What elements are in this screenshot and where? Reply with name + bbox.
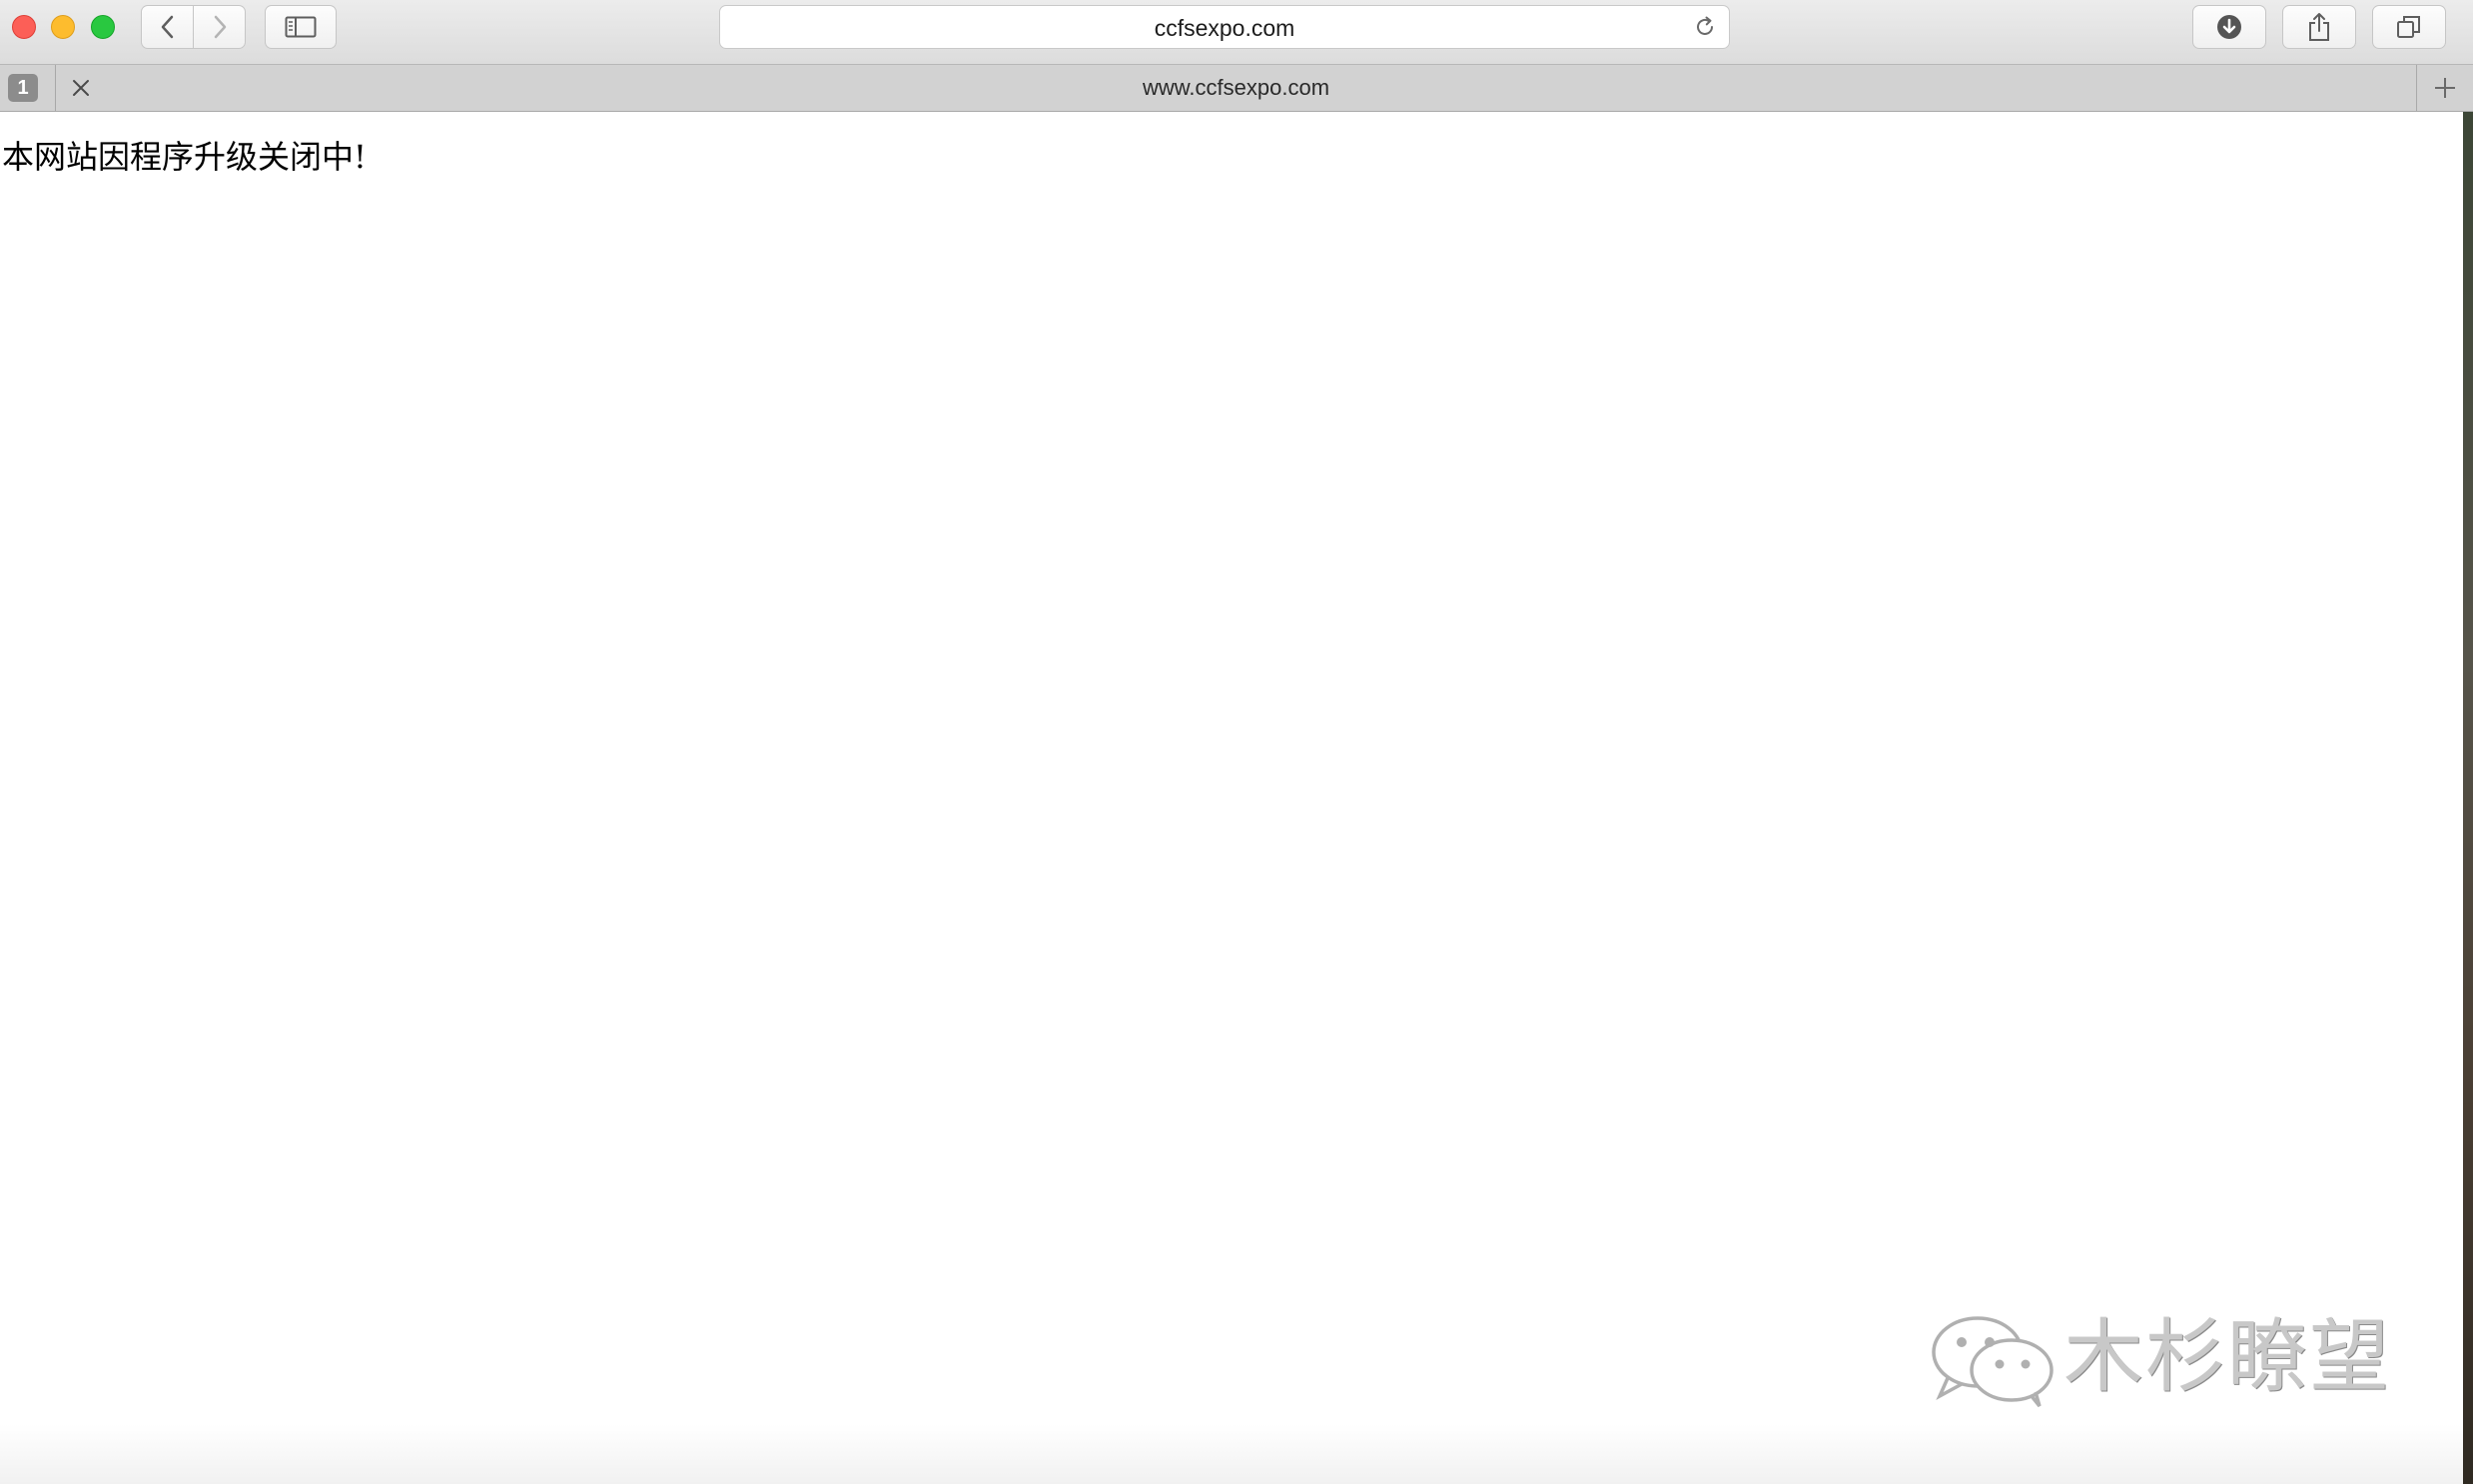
sidebar-icon: [285, 16, 317, 38]
tab-count-button[interactable]: 1: [0, 65, 56, 111]
close-icon[interactable]: [70, 77, 92, 99]
share-icon: [2309, 13, 2329, 41]
new-tab-button[interactable]: [2416, 65, 2473, 111]
sidebar-toggle-button[interactable]: [265, 5, 337, 49]
address-url[interactable]: ccfsexpo.com: [720, 6, 1729, 50]
chevron-right-icon: [214, 15, 226, 39]
window-minimize-button[interactable]: [51, 15, 75, 39]
address-bar[interactable]: ccfsexpo.com: [719, 5, 1730, 49]
download-icon: [2217, 15, 2241, 39]
tab-title[interactable]: www.ccfsexpo.com: [56, 65, 2416, 111]
window-close-button[interactable]: [12, 15, 36, 39]
web-content: 本网站因程序升级关闭中!: [0, 112, 2463, 1484]
back-button[interactable]: [141, 5, 194, 49]
tab-overview-button[interactable]: [2372, 5, 2446, 49]
maintenance-message: 本网站因程序升级关闭中!: [2, 138, 367, 176]
chevron-left-icon: [161, 15, 173, 39]
share-button[interactable]: [2282, 5, 2356, 49]
desktop-background-edge: [2463, 112, 2473, 1484]
bottom-shadow: [0, 1424, 2463, 1484]
watermark: 木杉瞭望: [1928, 1308, 2407, 1408]
plus-icon: [2435, 78, 2455, 98]
tab-count-badge: 1: [8, 74, 38, 102]
watermark-text: 木杉瞭望: [2063, 1310, 2391, 1403]
tab-overview-icon: [2397, 16, 2420, 38]
browser-toolbar: ccfsexpo.com: [0, 0, 2473, 65]
window-zoom-button[interactable]: [91, 15, 115, 39]
reload-icon[interactable]: [1693, 15, 1717, 39]
wechat-icon: [1932, 1316, 2054, 1408]
tab-bar: 1 www.ccfsexpo.com: [0, 65, 2473, 112]
downloads-button[interactable]: [2192, 5, 2266, 49]
forward-button[interactable]: [194, 5, 246, 49]
